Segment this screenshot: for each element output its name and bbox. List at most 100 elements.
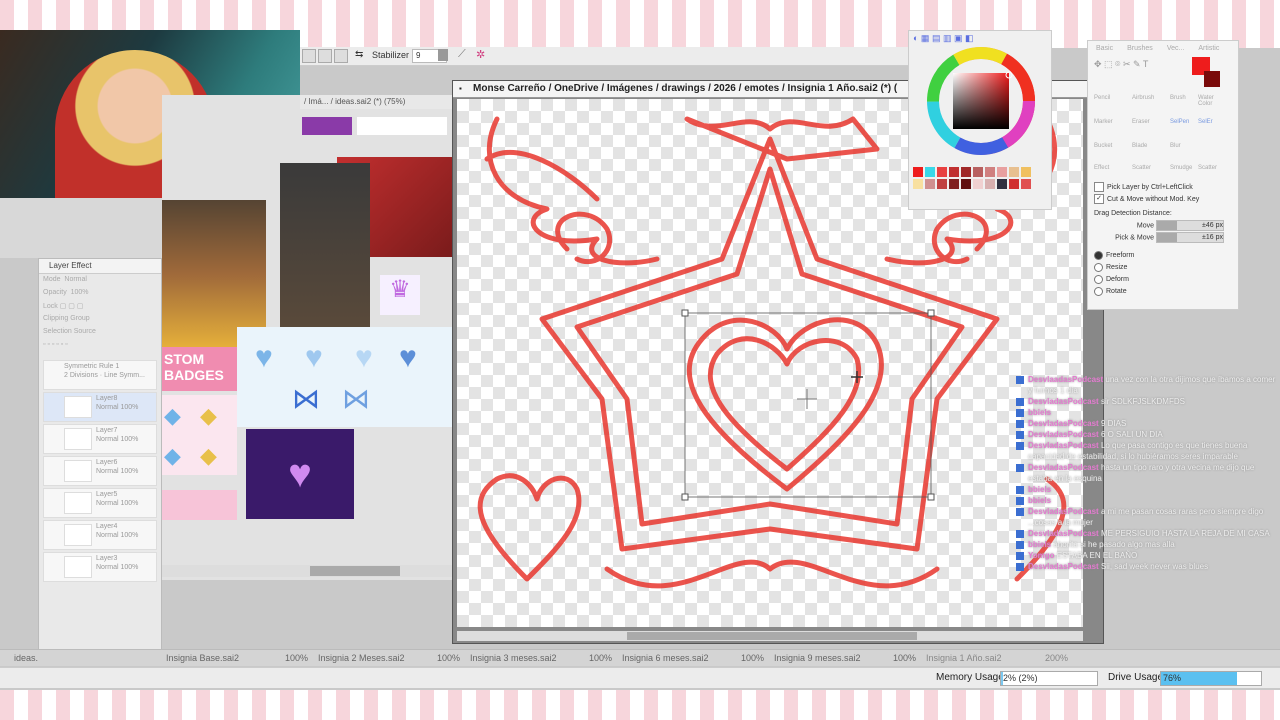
layer-row[interactable]: Layer8 Normal 100% [43,392,157,422]
transform-handle[interactable] [681,309,689,317]
palette-swatch[interactable] [1009,167,1019,177]
tool-icons-row[interactable]: ✥ ⬚ ⌾ ✂ ✎ T [1094,59,1148,70]
tool-blur[interactable]: Blur [1170,143,1181,149]
palette-swatch[interactable] [973,179,983,189]
palette-swatch[interactable] [961,179,971,189]
transform-handle[interactable] [681,493,689,501]
tool-scatter[interactable]: Scatter [1132,165,1151,171]
palette-swatch[interactable] [985,167,995,177]
opacity-row[interactable]: Opacity 100% [39,287,161,300]
move-distance-slider[interactable]: ±46 px [1156,220,1224,231]
tool-button-3[interactable] [334,49,348,63]
mode-value[interactable]: Normal [64,276,87,283]
tool-marker[interactable]: Marker [1094,119,1113,125]
palette-swatch[interactable] [1009,179,1019,189]
line-icon[interactable]: ⟋ [458,48,466,61]
tool-eraser[interactable]: Eraser [1132,119,1150,125]
ref-hscroll-thumb[interactable] [310,566,400,576]
mode-deform-radio[interactable]: Deform [1088,274,1228,286]
tool-pencil[interactable]: Pencil [1094,95,1110,101]
tool-effect[interactable]: Effect [1094,165,1109,171]
layer-row[interactable]: Layer5 Normal 100% [43,488,157,518]
file-tab[interactable]: Insignia 9 meses.sai2 100% [760,652,916,665]
palette-swatch[interactable] [949,167,959,177]
layer-effect-header[interactable]: Layer Effect [39,259,161,274]
layer-row[interactable]: Layer3 Normal 100% [43,552,157,582]
mode-rotate-radio[interactable]: Rotate [1088,286,1228,298]
tab-brushes[interactable]: Brushes [1127,45,1153,52]
radio-icon[interactable] [1094,262,1103,272]
palette-swatch[interactable] [961,167,971,177]
clipping-group-checkbox[interactable]: Clipping Group [39,313,161,326]
tool-watercolor[interactable]: Water Color [1198,95,1224,107]
layer-row[interactable]: Layer7 Normal 100% [43,424,157,454]
file-tab[interactable]: Insignia 6 meses.sai2 100% [608,652,764,665]
palette-swatch[interactable] [985,179,995,189]
pick-layer-checkbox[interactable]: Pick Layer by Ctrl+LeftClick [1088,182,1228,194]
palette-swatch[interactable] [949,179,959,189]
opacity-value[interactable]: 100% [71,289,89,296]
mode-freeform-radio[interactable]: Freeform [1088,250,1228,262]
palette-swatch[interactable] [913,167,923,177]
layer-row[interactable]: Layer6 Normal 100% [43,456,157,486]
new-layer-icon[interactable]: ▫ ▫ ▫ ▫ ▫ ▫ [43,341,68,348]
palette-swatch[interactable] [937,179,947,189]
tool-button-2[interactable] [318,49,332,63]
palette-swatch[interactable] [1021,167,1031,177]
canvas-hscroll-thumb[interactable] [627,632,917,640]
tab-artistic[interactable]: Artistic [1198,45,1219,52]
layer-name: Layer6 [96,459,118,466]
mode-row[interactable]: Mode Normal [39,274,161,287]
tool-airbrush[interactable]: Airbrush [1132,95,1154,101]
file-tab[interactable]: Insignia 3 meses.sai2 100% [456,652,612,665]
palette-swatch[interactable] [913,179,923,189]
transform-handle[interactable] [927,309,935,317]
symmetry-icon[interactable]: ✲ [476,48,485,61]
canvas-hscroll[interactable] [457,631,1083,641]
tool-smudge[interactable]: Smudge [1170,165,1192,171]
color-mode-icons[interactable]: ◐ ▦ ▤ ▥ ▣ ◧ [913,33,973,44]
file-tab[interactable]: Insignia Base.sai2 100% [152,652,308,665]
mode-rotate-label: Rotate [1106,288,1127,295]
tool-selpen[interactable]: SelPen [1170,119,1189,125]
palette-swatch[interactable] [997,167,1007,177]
palette-swatch[interactable] [925,179,935,189]
swap-icon[interactable]: ⇆ [355,49,363,60]
palette-swatch[interactable] [937,167,947,177]
checkbox-icon[interactable] [1094,182,1104,193]
palette-swatch[interactable] [997,179,1007,189]
ref-hscroll[interactable] [162,565,452,577]
palette-swatch[interactable] [1021,179,1031,189]
secondary-color-swatch[interactable] [1204,71,1220,87]
checkbox-checked-icon[interactable]: ✓ [1094,194,1104,205]
tab-vector[interactable]: Vec... [1167,45,1185,52]
layer-row[interactable]: Layer4 Normal 100% [43,520,157,550]
tool-blade[interactable]: Blade [1132,143,1147,149]
color-palette[interactable] [911,165,1041,199]
tool-scatter-2[interactable]: Scatter [1198,165,1217,171]
radio-icon[interactable] [1094,274,1103,284]
pick-layer-label: Pick Layer by Ctrl+LeftClick [1107,184,1193,191]
transform-handle[interactable] [927,493,935,501]
file-tab[interactable]: ideas. [0,652,44,665]
tool-button-1[interactable] [302,49,316,63]
layer-row[interactable]: Symmetric Rule 1 2 Divisions · Line Symm.… [43,360,157,390]
palette-swatch[interactable] [925,167,935,177]
file-tab[interactable]: Insignia 2 Meses.sai2 100% [304,652,460,665]
pick-move-distance-slider[interactable]: ±16 px [1156,232,1224,243]
tab-basic[interactable]: Basic [1096,45,1113,52]
layer-tools-row: ▫ ▫ ▫ ▫ ▫ ▫ [39,339,161,352]
selection-source-checkbox[interactable]: Selection Source [39,326,161,339]
palette-swatch[interactable] [973,167,983,177]
cut-move-checkbox[interactable]: ✓ Cut & Move without Mod. Key [1088,194,1228,206]
color-wheel[interactable] [925,45,1037,157]
radio-icon[interactable] [1094,286,1103,296]
tool-seleraser[interactable]: SelEr [1198,119,1213,125]
mode-resize-radio[interactable]: Resize [1088,262,1228,274]
tool-brush[interactable]: Brush [1170,95,1186,101]
lock-icon[interactable]: ▢ ▢ ▢ [60,303,84,310]
radio-selected-icon[interactable] [1094,250,1103,260]
chevron-down-icon[interactable] [438,49,448,61]
file-tab-active[interactable]: Insignia 1 Año.sai2 200% [912,652,1068,665]
tool-bucket[interactable]: Bucket [1094,143,1112,149]
